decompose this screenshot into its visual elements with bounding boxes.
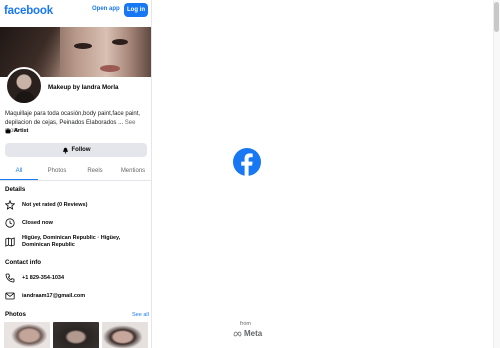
follow-button[interactable]: Follow [5,143,147,157]
details-heading: Details [5,186,26,193]
page-panel: facebook Open app Log in Makeup by Iandr… [0,0,152,348]
tab-mentions[interactable]: Mentions [114,162,151,180]
photo-thumbnail[interactable] [102,322,148,348]
top-bar: facebook Open app Log in [0,0,151,21]
contact-heading: Contact info [5,259,42,266]
meta-infinity-icon [233,331,242,336]
facebook-logo[interactable]: facebook [4,5,53,17]
from-label: from [240,321,251,327]
meta-text: Meta [244,329,263,338]
facebook-logo-icon [233,148,261,176]
map-icon [5,237,15,247]
scrollbar[interactable] [493,0,500,348]
contact-phone[interactable]: +1 829-354-1034 [5,273,147,283]
meta-logo: Meta [233,329,262,338]
tab-all[interactable]: All [0,162,38,180]
photos-heading: Photos [5,311,26,318]
category-label: Artist [5,128,28,134]
photo-thumbnail[interactable] [4,322,50,348]
photo-thumbnail[interactable] [53,322,99,348]
hours-text: Closed now [22,219,53,226]
profile-avatar[interactable] [5,67,43,105]
briefcase-icon [5,128,11,134]
page-title: Makeup by Iandra Morla [48,84,119,91]
clock-icon [5,218,15,228]
rating-text: Not yet rated (0 Reviews) [22,201,88,208]
follow-icon [62,147,68,154]
details-location[interactable]: Higüey, Dominican Republic · Higüey, Dom… [5,235,147,249]
open-app-link[interactable]: Open app [92,6,120,12]
tab-reels[interactable]: Reels [76,162,114,180]
mail-icon [5,292,15,300]
details-rating: Not yet rated (0 Reviews) [5,200,147,210]
scrollbar-thumb[interactable] [494,2,499,32]
phone-text: +1 829-354-1034 [22,274,65,281]
tab-photos[interactable]: Photos [38,162,76,180]
login-button[interactable]: Log in [124,3,148,17]
see-all-photos-link[interactable]: See all [132,312,149,318]
tab-bar: All Photos Reels Mentions [0,162,151,181]
follow-label: Follow [71,147,91,153]
details-hours: Closed now [5,218,147,228]
category-text: Artist [14,128,29,134]
bio-body: Maquillaje para toda ocasión,body paint,… [5,111,141,126]
contact-email[interactable]: iandraam17@gmail.com [5,291,147,301]
email-text: iandraam17@gmail.com [22,292,86,299]
location-text: Higüey, Dominican Republic · Higüey, Dom… [22,235,121,248]
phone-icon [5,273,15,283]
star-icon [5,200,15,210]
